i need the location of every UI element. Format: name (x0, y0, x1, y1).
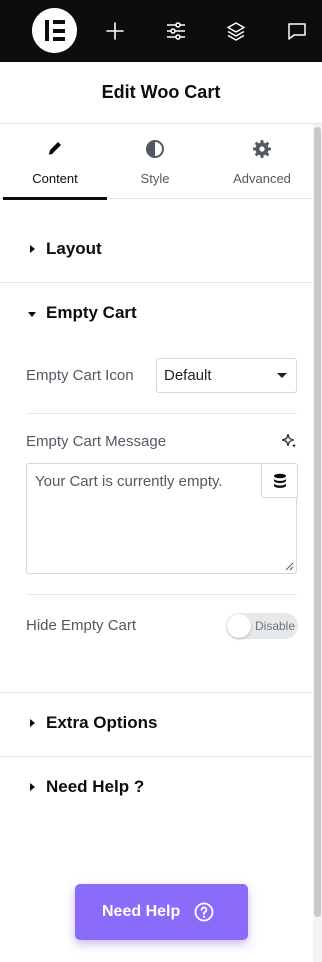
empty-cart-message-label: Empty Cart Message (26, 433, 167, 450)
layers-icon[interactable] (222, 17, 250, 45)
empty-cart-icon-value: Default (164, 367, 212, 384)
section-layout[interactable]: Layout (0, 219, 312, 282)
empty-cart-icon-select[interactable]: Default (156, 358, 297, 393)
section-layout-title: Layout (46, 239, 102, 258)
tab-content[interactable]: Content (3, 124, 107, 200)
top-bar (0, 0, 322, 62)
hide-empty-cart-label: Hide Empty Cart (26, 617, 137, 634)
tab-style[interactable]: Style (103, 124, 207, 198)
need-help-button-label: Need Help (102, 903, 181, 920)
pencil-icon (48, 142, 61, 155)
tab-bar: Content Style Advanced (0, 124, 314, 200)
scrollbar-thumb[interactable] (314, 127, 321, 917)
field-divider (26, 413, 297, 414)
toggle-knob (227, 614, 251, 638)
caret-down-icon (28, 312, 36, 317)
section-empty-cart-title: Empty Cart (46, 303, 137, 322)
tab-content-label: Content (32, 171, 78, 186)
empty-cart-icon-label: Empty Cart Icon (26, 367, 134, 384)
section-extra-options-title: Extra Options (46, 713, 158, 732)
need-help-button[interactable]: Need Help (75, 884, 248, 940)
sliders-icon[interactable] (162, 17, 190, 45)
tab-style-label: Style (140, 171, 170, 186)
plus-icon[interactable] (101, 17, 129, 45)
elementor-logo-icon[interactable] (32, 8, 77, 53)
empty-cart-message-value: Your Cart is currently empty. (35, 473, 223, 490)
caret-right-icon (30, 245, 35, 253)
comment-icon[interactable] (283, 17, 311, 45)
section-need-help-title: Need Help ? (46, 777, 145, 796)
resize-handle-icon[interactable] (284, 561, 294, 571)
tab-advanced-label: Advanced (233, 171, 291, 186)
section-extra-options[interactable]: Extra Options (0, 693, 312, 756)
toggle-state-label: Disable (255, 619, 296, 633)
dynamic-tags-button[interactable] (261, 463, 298, 498)
sparkle-icon[interactable] (281, 433, 297, 449)
panel-scrollbar[interactable] (313, 124, 322, 962)
tab-advanced[interactable]: Advanced (210, 124, 314, 198)
page-title: Edit Woo Cart (101, 82, 221, 102)
empty-cart-message-field[interactable]: Your Cart is currently empty. (26, 463, 298, 574)
caret-right-icon (30, 719, 35, 727)
section-empty-cart[interactable]: Empty Cart (0, 283, 312, 346)
database-icon (273, 473, 286, 488)
section-need-help[interactable]: Need Help ? (0, 757, 312, 820)
field-divider (26, 594, 297, 595)
caret-right-icon (30, 783, 35, 791)
gear-icon (253, 140, 271, 158)
chevron-down-icon (277, 373, 287, 378)
panel-header: Edit Woo Cart (0, 62, 322, 124)
half-circle-icon (146, 140, 164, 158)
hide-empty-cart-toggle[interactable]: Disable (226, 613, 298, 639)
question-circle-icon (194, 902, 214, 922)
